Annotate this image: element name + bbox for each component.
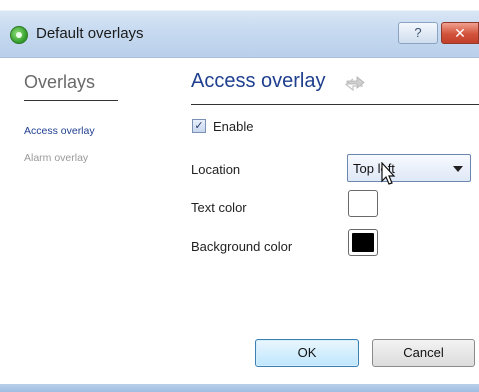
refresh-arrows-icon [345, 76, 365, 92]
location-label: Location [191, 162, 241, 177]
check-icon: ✓ [194, 120, 204, 132]
text-color-swatch[interactable] [348, 190, 378, 217]
title-bar: Default overlays ? ✕ [0, 0, 479, 58]
nav-item-access-overlay[interactable]: Access overlay [24, 125, 95, 137]
nav-divider [24, 100, 118, 101]
window-bottom-edge [0, 384, 479, 392]
text-color-label: Text color [191, 200, 247, 215]
nav-heading: Overlays [24, 72, 96, 92]
close-icon: ✕ [454, 25, 466, 41]
app-eye-icon [10, 26, 28, 44]
background-color-swatch[interactable] [348, 229, 378, 256]
location-select[interactable]: Top left [347, 154, 471, 182]
window-title: Default overlays [36, 25, 144, 42]
help-icon: ? [414, 25, 422, 40]
enable-label: Enable [213, 119, 254, 134]
text-color-fill [352, 194, 374, 213]
help-button[interactable]: ? [398, 22, 438, 44]
nav-item-alarm-overlay[interactable]: Alarm overlay [24, 152, 88, 164]
panel-divider [191, 104, 479, 105]
chevron-down-icon [453, 166, 463, 172]
cancel-button[interactable]: Cancel [372, 339, 475, 367]
close-button[interactable]: ✕ [441, 22, 479, 44]
enable-checkbox[interactable]: ✓ [192, 119, 206, 133]
mouse-cursor-icon [381, 162, 396, 185]
ok-button[interactable]: OK [255, 339, 359, 367]
panel-title: Access overlay [191, 70, 326, 92]
background-color-fill [352, 233, 374, 252]
background-color-label: Background color [191, 239, 293, 254]
